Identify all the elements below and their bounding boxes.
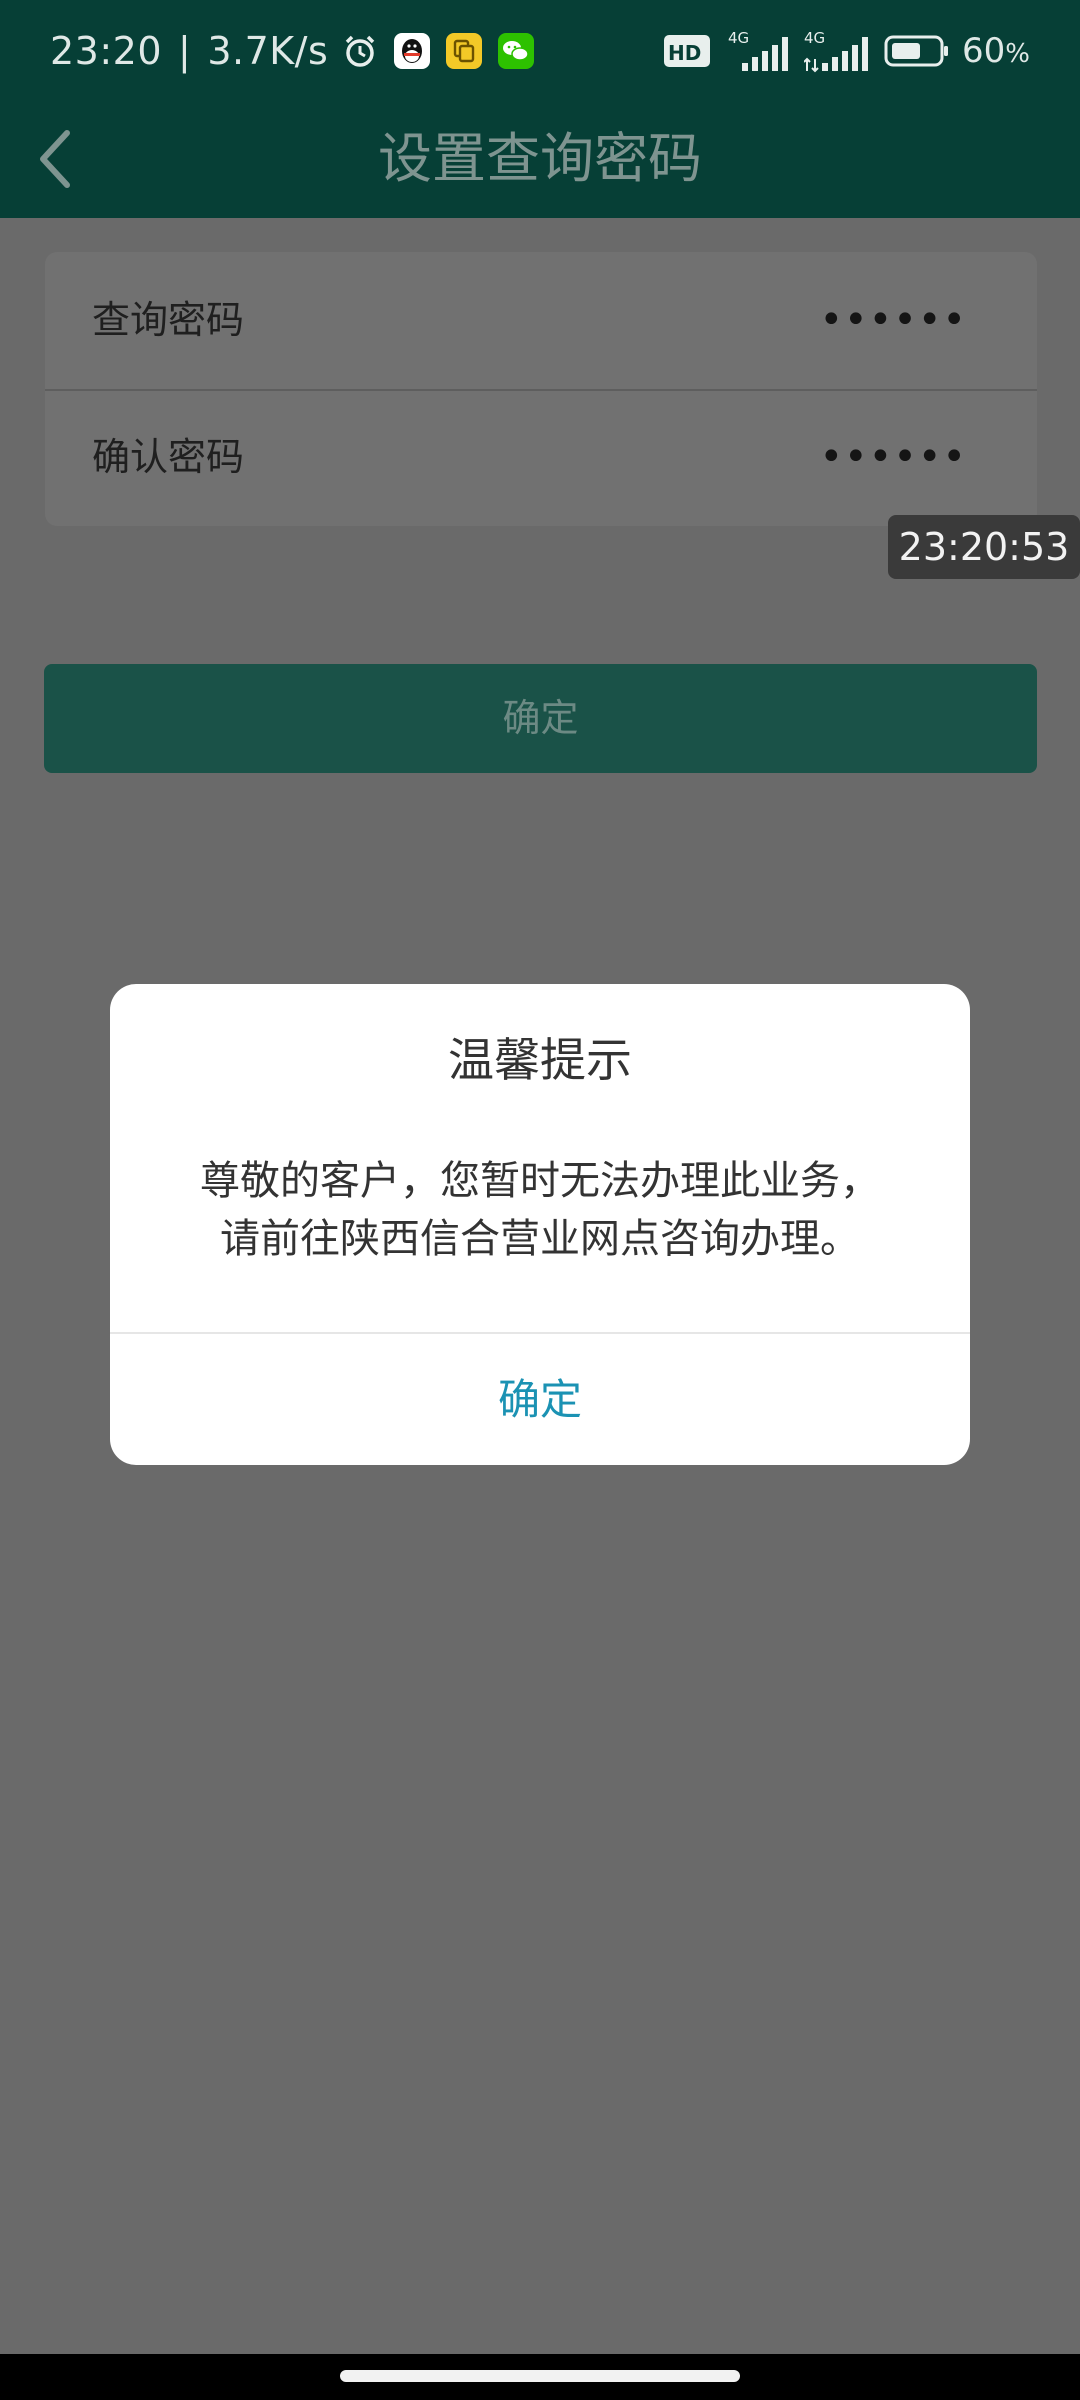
hd-icon: HD (664, 33, 714, 69)
network-type-2: 4G (804, 29, 825, 47)
page-title: 设置查询密码 (378, 127, 702, 190)
dialog-confirm-button[interactable]: 确定 (110, 1334, 970, 1465)
qq-icon (394, 33, 431, 69)
query-password-input[interactable]: •••••• (819, 252, 967, 389)
notification-icons (342, 33, 550, 69)
password-form: 查询密码 •••••• 确认密码 •••••• (45, 252, 1037, 526)
alert-dialog: 温馨提示 尊敬的客户，您暂时无法办理此业务， 请前往陕西信合营业网点咨询办理。 … (110, 984, 970, 1465)
wechat-icon (498, 33, 535, 69)
dialog-message-line-1: 尊敬的客户，您暂时无法办理此业务， (200, 1158, 880, 1204)
confirm-password-label: 确认密码 (92, 435, 245, 479)
signal-4g-icon-2: 4G (804, 29, 870, 73)
query-password-row[interactable]: 查询密码 •••••• (45, 252, 1037, 391)
status-bar: 23:20 | 3.7K/s HD 4G 4G 60% (0, 0, 1080, 100)
status-time: 23:20 (50, 29, 163, 73)
files-icon (446, 33, 483, 69)
status-right: HD 4G 4G 60% (650, 26, 1030, 76)
battery-icon (884, 33, 950, 69)
screen: 23:20 | 3.7K/s HD 4G 4G 60% 设置查询密码 查询密码 … (0, 0, 1080, 2400)
status-left: 23:20 | 3.7K/s (50, 26, 550, 76)
confirm-button[interactable]: 确定 (44, 664, 1037, 773)
network-speed: 3.7K/s (207, 29, 329, 73)
navigation-gesture-area (0, 2354, 1080, 2400)
confirm-password-row[interactable]: 确认密码 •••••• (45, 389, 1037, 526)
status-separator: | (178, 29, 192, 73)
battery-unit: % (1005, 39, 1030, 69)
battery-percent: 60% (962, 31, 1030, 71)
home-indicator[interactable] (340, 2370, 740, 2382)
confirm-password-input[interactable]: •••••• (819, 389, 967, 526)
alarm-icon (342, 33, 378, 69)
back-button[interactable] (18, 122, 92, 196)
signal-4g-icon: 4G (728, 29, 790, 73)
hd-label: HD (668, 41, 701, 65)
chevron-left-icon (40, 130, 70, 188)
dialog-title: 温馨提示 (448, 1033, 632, 1087)
dialog-message-line-2: 请前往陕西信合营业网点咨询办理。 (220, 1216, 860, 1262)
network-type-1: 4G (728, 29, 749, 47)
timestamp-badge: 23:20:53 (888, 515, 1080, 579)
battery-value: 60 (962, 31, 1006, 71)
nav-bar: 设置查询密码 (0, 100, 1080, 218)
dialog-message: 尊敬的客户，您暂时无法办理此业务， 请前往陕西信合营业网点咨询办理。 (150, 1152, 930, 1268)
query-password-label: 查询密码 (92, 298, 245, 342)
